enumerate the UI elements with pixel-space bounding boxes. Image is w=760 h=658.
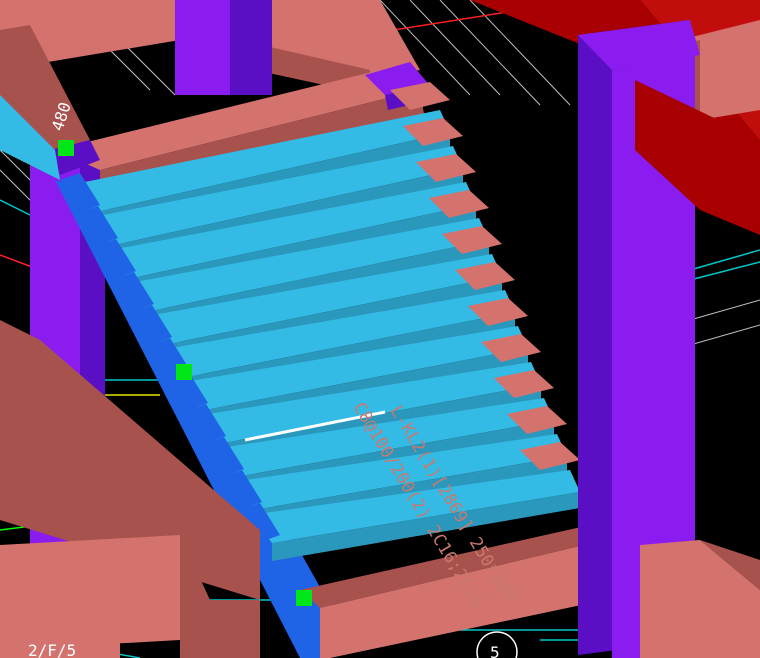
beam-bottom-right[interactable] (640, 540, 760, 658)
model-canvas[interactable]: 480 L-KL2(1)[2869] 250*400 C8@100/200(2)… (0, 0, 760, 658)
axis-label-bottom-center: 5 (490, 643, 500, 658)
axis-bubble-5[interactable]: 5 (476, 631, 518, 658)
axis-label-bottom-left: 2/F/5 (28, 641, 76, 658)
grip-middle-left[interactable] (176, 364, 192, 380)
grip-bottom[interactable] (296, 590, 312, 606)
cad-3d-viewport[interactable]: 480 L-KL2(1)[2869] 250*400 C8@100/200(2)… (0, 0, 760, 658)
column-top-middle[interactable] (175, 0, 272, 95)
grip-top-left[interactable] (58, 140, 74, 156)
